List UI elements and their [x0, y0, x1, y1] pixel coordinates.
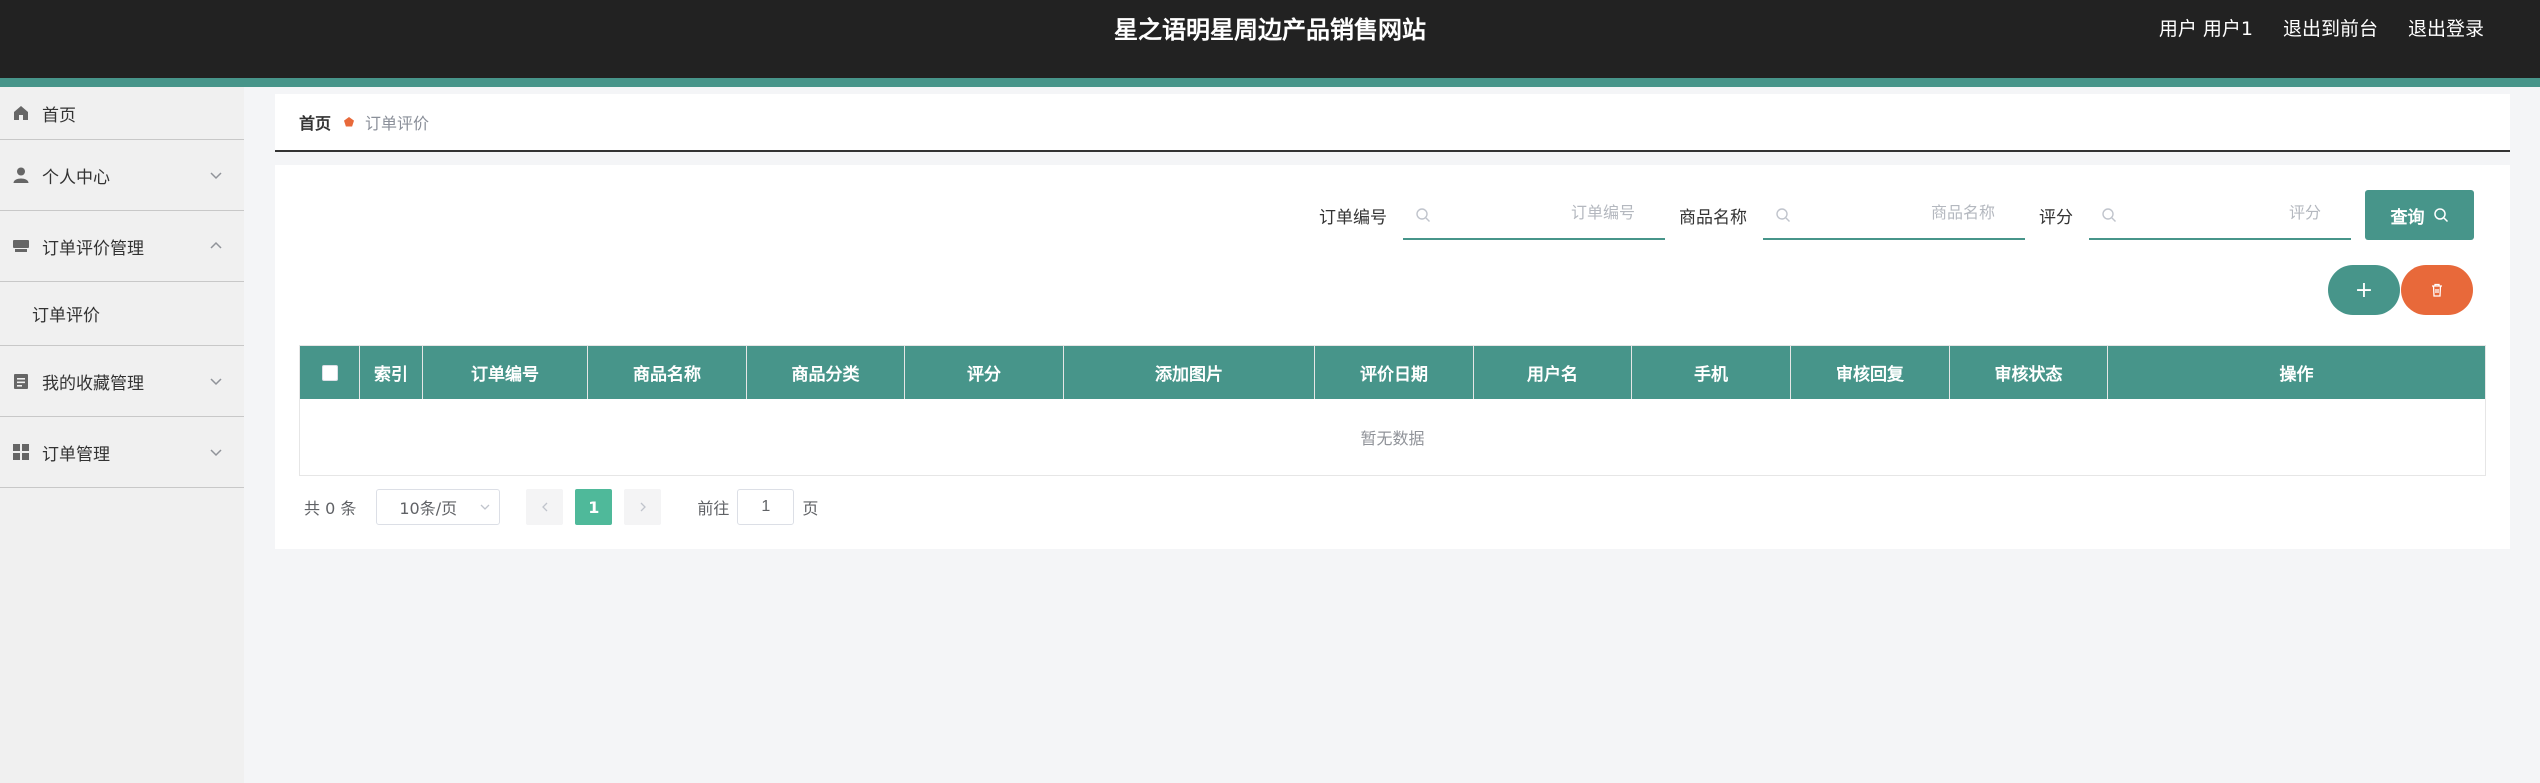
- sidebar-item-label: 订单评价管理: [42, 238, 144, 259]
- column-header: 审核回复: [1791, 346, 1950, 399]
- column-header: 操作: [2279, 365, 2314, 385]
- sidebar-item-home[interactable]: 首页: [0, 87, 244, 140]
- back-to-front-link[interactable]: 退出到前台: [2283, 14, 2378, 41]
- page-size-select[interactable]: 10条/页: [376, 489, 501, 525]
- select-all-cell: [300, 346, 360, 399]
- sidebar-item-order-review-management[interactable]: 订单评价管理: [0, 211, 244, 282]
- box-icon: [12, 237, 30, 255]
- chevron-down-icon: [210, 378, 222, 386]
- search-form: 订单编号 商品名称 评分 查询: [1319, 190, 2474, 240]
- user-icon: [12, 166, 30, 184]
- search-icon: [1416, 208, 1430, 222]
- search-icon: [2433, 208, 2448, 223]
- query-button-label: 查询: [2390, 207, 2425, 227]
- query-button[interactable]: 查询: [2365, 190, 2474, 240]
- order-no-field: [1403, 190, 1665, 240]
- reviews-table: 索引 订单编号 商品名称 商品分类 评分 添加图片 评价日期 用户名 手机 审核…: [299, 345, 2486, 476]
- grid-icon: [12, 443, 30, 461]
- total-count: 共 0 条: [304, 499, 357, 518]
- header-accent-stripe: [0, 78, 2540, 87]
- column-header: 手机: [1632, 346, 1791, 399]
- top-actions: 用户 用户1 退出到前台 退出登录: [2159, 14, 2484, 41]
- product-name-input[interactable]: [1763, 190, 2025, 238]
- chevron-up-icon: [210, 241, 222, 249]
- prev-page-button[interactable]: [526, 489, 564, 525]
- search-icon: [2102, 208, 2116, 222]
- breadcrumb: 首页 订单评价: [275, 94, 2510, 152]
- main-panel: 订单编号 商品名称 评分 查询 + 索引 订单编号: [275, 165, 2510, 549]
- goto-page-input[interactable]: [737, 489, 795, 525]
- top-bar: 星之语明星周边产品销售网站 用户 用户1 退出到前台 退出登录: [0, 0, 2540, 78]
- pagination: 共 0 条 10条/页 1 前往 页: [304, 489, 818, 525]
- product-name-field: [1763, 190, 2025, 240]
- rating-input[interactable]: [2089, 190, 2351, 238]
- rating-field: [2089, 190, 2351, 240]
- sidebar-item-personal-center[interactable]: 个人中心: [0, 140, 244, 211]
- plus-icon: +: [2354, 277, 2374, 303]
- current-user: 用户 用户1: [2159, 14, 2253, 41]
- column-header: 评价日期: [1315, 346, 1474, 399]
- chevron-left-icon: [541, 502, 548, 512]
- next-page-button[interactable]: [624, 489, 662, 525]
- sidebar-item-favorites-management[interactable]: 我的收藏管理: [0, 346, 244, 417]
- home-icon: [12, 104, 30, 122]
- add-button[interactable]: +: [2328, 265, 2400, 315]
- pentagon-separator-icon: [343, 116, 355, 128]
- chevron-right-icon: [640, 502, 646, 512]
- search-icon: [1776, 208, 1790, 222]
- logout-link[interactable]: 退出登录: [2408, 14, 2484, 41]
- sidebar-item-label: 个人中心: [42, 167, 110, 188]
- product-name-label: 商品名称: [1679, 207, 1747, 228]
- page-suffix-label: 页: [802, 499, 819, 518]
- chevron-down-icon: [210, 449, 222, 457]
- rating-label: 评分: [2039, 207, 2073, 228]
- empty-placeholder: 暂无数据: [300, 399, 2485, 475]
- trash-icon: [2432, 283, 2442, 297]
- sidebar-item-order-management[interactable]: 订单管理: [0, 417, 244, 488]
- column-header: 用户名: [1474, 346, 1632, 399]
- column-header: 审核状态: [1950, 346, 2108, 399]
- chevron-down-icon: [210, 172, 222, 180]
- sidebar-item-label: 订单管理: [42, 444, 110, 465]
- column-header: 添加图片: [1064, 346, 1315, 399]
- goto-label: 前往: [697, 499, 730, 518]
- breadcrumb-home[interactable]: 首页: [299, 110, 331, 134]
- page-number-button[interactable]: 1: [575, 489, 613, 525]
- column-header: 评分: [905, 346, 1064, 399]
- select-all-checkbox[interactable]: [321, 364, 338, 381]
- clipboard-icon: [12, 372, 30, 390]
- column-header: 商品名称: [588, 346, 747, 399]
- breadcrumb-current: 订单评价: [365, 114, 430, 133]
- sidebar-item-label: 首页: [42, 105, 76, 126]
- order-no-input[interactable]: [1403, 190, 1665, 238]
- chevron-down-icon: [480, 504, 490, 510]
- sidebar-item-label: 我的收藏管理: [42, 373, 144, 394]
- sidebar-subitem-order-review[interactable]: 订单评价: [0, 282, 244, 346]
- delete-button[interactable]: [2401, 265, 2473, 315]
- sidebar-item-label: 订单评价: [32, 306, 100, 326]
- user-name: 用户1: [2202, 18, 2253, 40]
- sidebar: 首页 个人中心 订单评价管理 订单评价 我的收藏管理 订单管理: [0, 87, 244, 783]
- column-header: 索引: [360, 346, 423, 399]
- page-size-value: 10条/页: [399, 499, 458, 518]
- column-header: 订单编号: [423, 346, 588, 399]
- table-header: 索引 订单编号 商品名称 商品分类 评分 添加图片 评价日期 用户名 手机 审核…: [300, 346, 2485, 399]
- order-no-label: 订单编号: [1319, 207, 1387, 228]
- user-label: 用户: [2158, 18, 2197, 40]
- column-header: 商品分类: [747, 346, 905, 399]
